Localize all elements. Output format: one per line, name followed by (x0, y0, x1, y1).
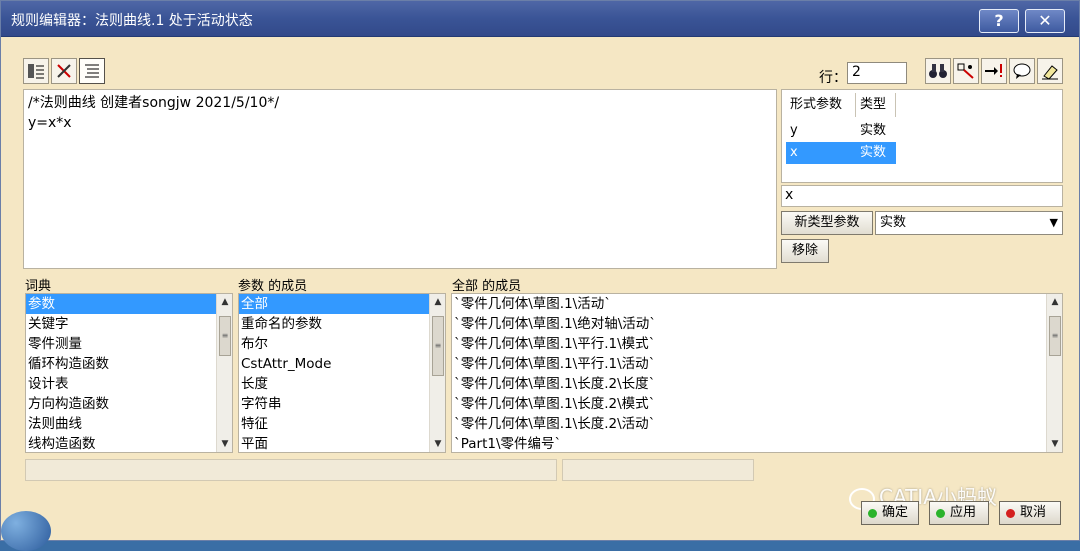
status-field (25, 459, 557, 481)
dictionary-title: 词典 (25, 279, 52, 294)
text-list-icon[interactable] (79, 58, 105, 84)
new-type-param-button[interactable]: 新类型参数 (781, 211, 873, 235)
editor-line: /*法则曲线 创建者songjw 2021/5/10*/ (28, 95, 280, 111)
members-list[interactable]: 全部 重命名的参数 布尔 CstAttr_Mode 长度 字符串 特征 平面 ▲… (238, 293, 446, 453)
list-item[interactable]: 设计表 (26, 374, 232, 394)
list-item[interactable]: 零件测量 (26, 334, 232, 354)
close-button[interactable]: ✕ (1025, 9, 1065, 33)
list-item[interactable]: `零件几何体\草图.1\平行.1\活动` (452, 354, 1062, 374)
remove-button[interactable]: 移除 (781, 239, 829, 263)
window-title: 规则编辑器：法则曲线.1 处于活动状态 (11, 13, 253, 29)
all-members-title: 全部 的成员 (452, 279, 522, 294)
list-item[interactable]: 长度 (239, 374, 445, 394)
param-name: y (790, 123, 798, 138)
decorative-corner (1, 511, 51, 551)
scroll-up-icon[interactable]: ▲ (1047, 294, 1062, 310)
binoculars-icon[interactable] (925, 58, 951, 84)
scroll-down-icon[interactable]: ▼ (1047, 436, 1062, 452)
dictionary-list[interactable]: 参数 关键字 零件测量 循环构造函数 设计表 方向构造函数 法则曲线 线构造函数… (25, 293, 233, 453)
param-type: 实数 (860, 123, 887, 138)
list-item[interactable]: `Part1\零件编号` (452, 434, 1062, 452)
type-select-value: 实数 (880, 215, 907, 230)
table-row[interactable]: y 实数 (786, 120, 896, 142)
list-item[interactable]: 关键字 (26, 314, 232, 334)
dictionary-toggle-icon[interactable] (23, 58, 49, 84)
row-number-field[interactable]: 2 (847, 62, 907, 84)
list-item[interactable]: 全部 (239, 294, 445, 314)
list-item[interactable]: `零件几何体\草图.1\绝对轴\活动` (452, 314, 1062, 334)
toolbar-left (23, 58, 105, 84)
list-item[interactable]: 法则曲线 (26, 414, 232, 434)
ok-button[interactable]: 确定 (861, 501, 919, 525)
comment-icon[interactable] (1009, 58, 1035, 84)
measure-icon[interactable] (953, 58, 979, 84)
column-header-type[interactable]: 类型 (856, 93, 896, 117)
status-field-secondary (562, 459, 754, 481)
scroll-down-icon[interactable]: ▼ (430, 436, 445, 452)
list-item[interactable]: `零件几何体\草图.1\活动` (452, 294, 1062, 314)
apply-status-icon (936, 509, 945, 518)
param-type: 实数 (856, 142, 896, 164)
scrollbar[interactable]: ▲ ≡ ▼ (429, 294, 445, 452)
cancel-button[interactable]: 取消 (999, 501, 1061, 525)
help-button[interactable]: ? (979, 9, 1019, 33)
eraser-icon[interactable] (1037, 58, 1063, 84)
list-item[interactable]: 参数 (26, 294, 232, 314)
list-item[interactable]: `零件几何体\草图.1\长度.2\活动` (452, 414, 1062, 434)
list-item[interactable]: 字符串 (239, 394, 445, 414)
scroll-down-icon[interactable]: ▼ (217, 436, 232, 452)
table-header: 形式参数 类型 (786, 93, 896, 117)
scroll-thumb[interactable]: ≡ (432, 316, 444, 376)
scroll-up-icon[interactable]: ▲ (217, 294, 232, 310)
scroll-thumb[interactable]: ≡ (1049, 316, 1061, 356)
formal-parameters-table[interactable]: 形式参数 类型 y 实数 x 实数 (781, 89, 1063, 183)
list-item[interactable]: `零件几何体\草图.1\长度.2\长度` (452, 374, 1062, 394)
all-members-list[interactable]: `零件几何体\草图.1\活动` `零件几何体\草图.1\绝对轴\活动` `零件几… (451, 293, 1063, 453)
ok-label: 确定 (882, 505, 909, 520)
apply-label: 应用 (950, 505, 977, 520)
list-item[interactable]: `零件几何体\草图.1\长度.2\模式` (452, 394, 1062, 414)
list-item[interactable]: CstAttr_Mode (239, 354, 445, 374)
chevron-down-icon: ▼ (1049, 216, 1058, 229)
editor-line: y=x*x (28, 115, 72, 131)
param-name: x (786, 142, 856, 164)
scrollbar[interactable]: ▲ ≡ ▼ (216, 294, 232, 452)
apply-button[interactable]: 应用 (929, 501, 989, 525)
parameter-name-field[interactable]: x (781, 185, 1063, 207)
cancel-label: 取消 (1020, 505, 1047, 520)
list-item[interactable]: 布尔 (239, 334, 445, 354)
list-item[interactable]: `零件几何体\草图.1\平行.1\模式` (452, 334, 1062, 354)
rule-editor-dialog: 规则编辑器：法则曲线.1 处于活动状态 ? ✕ 行： 2 /*法则曲线 创建者s… (0, 0, 1080, 551)
table-row[interactable]: x 实数 (786, 142, 896, 164)
list-item[interactable]: 线构造函数 (26, 434, 232, 452)
title-bar[interactable]: 规则编辑器：法则曲线.1 处于活动状态 ? ✕ (1, 1, 1079, 37)
toolbar-right (925, 58, 1063, 84)
formula-editor[interactable]: /*法则曲线 创建者songjw 2021/5/10*/ y=x*x (23, 89, 777, 269)
scroll-up-icon[interactable]: ▲ (430, 294, 445, 310)
list-item[interactable]: 方向构造函数 (26, 394, 232, 414)
column-header-param[interactable]: 形式参数 (786, 93, 856, 117)
members-title: 参数 的成员 (238, 279, 308, 294)
cancel-status-icon (1006, 509, 1015, 518)
list-item[interactable]: 循环构造函数 (26, 354, 232, 374)
cross-toggle-icon[interactable] (51, 58, 77, 84)
arrow-alert-icon[interactable] (981, 58, 1007, 84)
ok-status-icon (868, 509, 877, 518)
row-label: 行： (819, 70, 847, 86)
list-item[interactable]: 平面 (239, 434, 445, 452)
list-item[interactable]: 特征 (239, 414, 445, 434)
type-select[interactable]: 实数 ▼ (875, 211, 1063, 235)
list-item[interactable]: 重命名的参数 (239, 314, 445, 334)
scroll-thumb[interactable]: ≡ (219, 316, 231, 356)
scrollbar[interactable]: ▲ ≡ ▼ (1046, 294, 1062, 452)
